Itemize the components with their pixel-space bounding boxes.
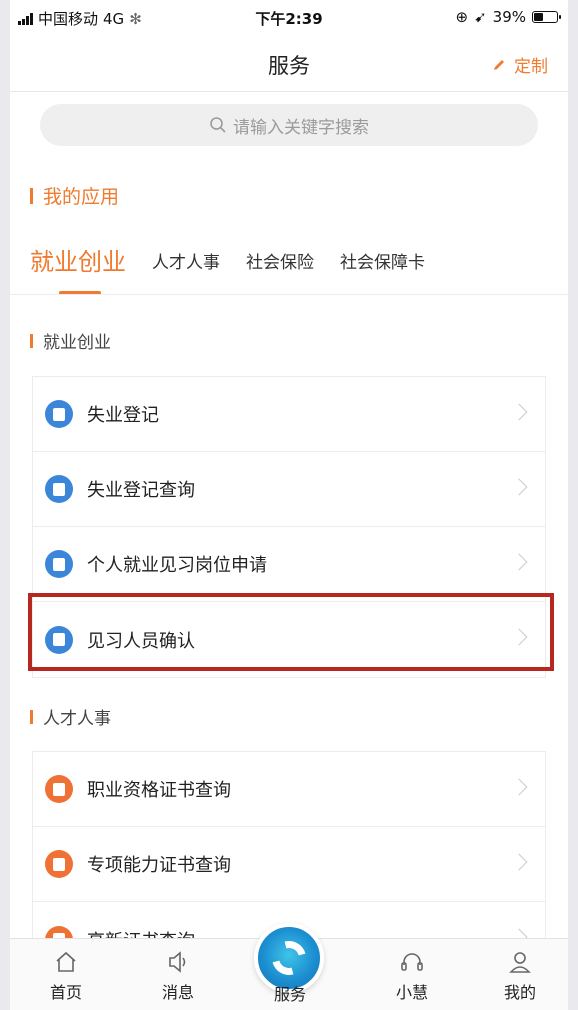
list-item-qualification-query[interactable]: 职业资格证书查询 (33, 752, 545, 827)
tab-xiaohui[interactable]: 小慧 (372, 949, 452, 1003)
list-item-label: 专项能力证书查询 (87, 855, 231, 876)
tab-mine[interactable]: 我的 (480, 949, 560, 1003)
customize-button[interactable]: 定制 (492, 52, 548, 77)
section-marker (30, 187, 33, 204)
category-tabs: 就业创业 人才人事 社会保险 社会保障卡 (30, 242, 451, 295)
tab-employment[interactable]: 就业创业 (30, 242, 126, 295)
list-item-label: 个人就业见习岗位申请 (87, 555, 267, 576)
orientation-lock-icon: ⊕ (455, 8, 469, 26)
group-title-text: 人才人事 (43, 709, 111, 729)
battery-percent: 39% (492, 8, 526, 26)
phone-screen: 中国移动 4G ✻ 下午2:39 ⊕ ➹ 39% 服务 定制 请输入关键字搜索 … (10, 0, 568, 1010)
certificate-icon (45, 850, 73, 878)
location-icon: ➹ (474, 8, 487, 26)
employment-list: 失业登记 失业登记查询 个人就业见习岗位申请 见习人员确认 (32, 376, 546, 678)
bottom-tab-bar: 首页 消息 服务 小慧 我的 (10, 923, 568, 1010)
search-icon (210, 117, 226, 133)
pencil-icon (494, 59, 504, 70)
clipboard-icon (45, 550, 73, 578)
chevron-right-icon (510, 853, 528, 871)
speaker-icon (169, 951, 186, 973)
certificate-icon (45, 775, 73, 803)
talent-list: 职业资格证书查询 专项能力证书查询 高新证书查询 (32, 751, 546, 938)
list-item-label: 职业资格证书查询 (87, 780, 231, 801)
list-item-intern-confirmation[interactable]: 见习人员确认 (33, 602, 545, 677)
chevron-right-icon (510, 553, 528, 571)
chevron-right-icon (510, 778, 528, 796)
customize-label: 定制 (514, 57, 548, 77)
list-item-label: 见习人员确认 (87, 630, 195, 652)
list-item-unemployment-registration[interactable]: 失业登记 (33, 377, 545, 452)
tab-talent[interactable]: 人才人事 (152, 248, 220, 281)
chevron-right-icon (510, 403, 528, 421)
tab-service[interactable]: 服务 (250, 981, 330, 1005)
section-marker (30, 333, 33, 348)
main-content: 请输入关键字搜索 我的应用 就业创业 人才人事 社会保险 社会保障卡 就业创业 … (10, 92, 568, 938)
tab-label: 首页 (49, 983, 82, 1002)
tab-home[interactable]: 首页 (26, 949, 106, 1003)
tab-label: 消息 (161, 983, 194, 1002)
service-logo-icon (265, 934, 313, 982)
group-title-text: 就业创业 (43, 333, 111, 353)
tab-messages[interactable]: 消息 (138, 949, 218, 1003)
list-item-label: 失业登记 (87, 405, 159, 426)
certificate-icon (45, 925, 73, 938)
tab-label: 我的 (503, 983, 536, 1002)
tab-label: 服务 (273, 985, 306, 1004)
user-icon (509, 952, 531, 973)
search-input[interactable]: 请输入关键字搜索 (40, 104, 538, 146)
search-placeholder: 请输入关键字搜索 (233, 117, 369, 138)
user-check-icon (45, 625, 73, 654)
page-title: 服务 (268, 54, 310, 78)
list-item-label: 失业登记查询 (87, 480, 195, 501)
list-item-label: 高新证书查询 (87, 927, 195, 939)
home-icon (56, 951, 76, 972)
list-item-internship-application[interactable]: 个人就业见习岗位申请 (33, 527, 545, 602)
list-item-unemployment-query[interactable]: 失业登记查询 (33, 452, 545, 527)
nav-bar: 服务 定制 (10, 38, 568, 92)
list-item-special-skill-query[interactable]: 专项能力证书查询 (33, 827, 545, 902)
my-apps-title: 我的应用 (43, 186, 120, 208)
status-right: ⊕ ➹ 39% (455, 8, 561, 26)
tab-social-insurance[interactable]: 社会保险 (246, 248, 314, 281)
group-title-employment: 就业创业 (30, 328, 111, 353)
status-bar: 中国移动 4G ✻ 下午2:39 ⊕ ➹ 39% (10, 0, 568, 38)
tab-label: 小慧 (395, 983, 428, 1002)
tabs-divider (10, 294, 568, 295)
chevron-right-icon (510, 628, 528, 646)
tab-social-security-card[interactable]: 社会保障卡 (340, 248, 425, 281)
section-marker (30, 709, 33, 724)
chevron-right-icon (510, 928, 528, 938)
headset-icon (401, 953, 423, 971)
person-badge-icon (45, 400, 73, 428)
search-person-icon (45, 475, 73, 503)
battery-icon (532, 11, 561, 23)
group-title-talent: 人才人事 (30, 704, 111, 729)
chevron-right-icon (510, 478, 528, 496)
my-apps-heading: 我的应用 (30, 182, 119, 209)
